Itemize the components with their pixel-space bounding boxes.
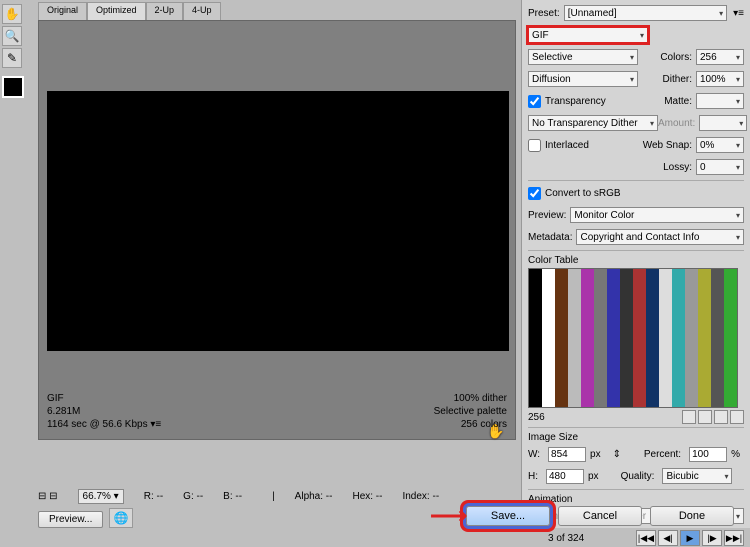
panel-menu-icon[interactable]: ▾≡ <box>733 8 744 19</box>
color-swatch[interactable] <box>2 76 24 98</box>
tab-optimized[interactable]: Optimized <box>87 2 146 20</box>
left-toolbar: ✋ 🔍 ✎ <box>2 4 26 98</box>
view-tabs: Original Optimized 2-Up 4-Up <box>38 2 221 20</box>
zoom-tool-icon[interactable]: 🔍 <box>2 26 22 46</box>
dialog-footer: Save... Cancel Done <box>466 506 734 526</box>
annotation-arrow-icon: ⟶ <box>430 500 467 531</box>
readout-b: B: -- <box>223 491 242 502</box>
ct-lock-icon[interactable] <box>682 410 696 424</box>
amount-select <box>699 115 747 131</box>
browser-preview-icon[interactable]: 🌐 <box>109 508 133 528</box>
quality-select[interactable]: Bicubic <box>662 468 732 484</box>
lossy-select[interactable]: 0 <box>696 159 744 175</box>
height-input[interactable] <box>546 469 584 484</box>
frame-counter: 3 of 324 <box>548 533 584 544</box>
canvas-area[interactable]: ✋ GIF 6.281M 1164 sec @ 56.6 Kbps ▾≡ 100… <box>38 20 516 440</box>
first-frame-icon[interactable]: |◀◀ <box>636 530 656 546</box>
done-button[interactable]: Done <box>650 506 734 526</box>
colors-select[interactable]: 256 <box>696 49 744 65</box>
matte-label: Matte: <box>664 96 692 107</box>
save-button[interactable]: Save... <box>466 506 550 526</box>
color-table-toolbar <box>682 410 744 424</box>
status-nav-icon[interactable]: ⊟ ⊟ <box>38 491 58 502</box>
readout-hex: Hex: -- <box>352 491 382 502</box>
color-table[interactable] <box>528 268 738 408</box>
hand-tool-icon[interactable]: ✋ <box>2 4 22 24</box>
dither-value-select[interactable]: 100% <box>696 71 744 87</box>
reduction-select[interactable]: Selective <box>528 49 638 65</box>
preview-row: Preview... 🌐 <box>38 508 133 530</box>
play-icon[interactable]: ▶ <box>680 530 700 546</box>
matte-select[interactable] <box>696 93 744 109</box>
color-table-header: Color Table <box>528 255 744 266</box>
settings-panel: Preset: [Unnamed] ▾≡ GIF ⟵ Selective Col… <box>521 0 750 528</box>
height-label: H: <box>528 471 538 482</box>
readout-g: G: -- <box>183 491 203 502</box>
preview-info: GIF 6.281M 1164 sec @ 56.6 Kbps ▾≡ 100% … <box>47 392 507 431</box>
preview-button[interactable]: Preview... <box>38 511 103 528</box>
info-colors: 256 colors <box>434 418 507 431</box>
tab-4up[interactable]: 4-Up <box>183 2 221 20</box>
info-palette: Selective palette <box>434 405 507 418</box>
tab-original[interactable]: Original <box>38 2 87 20</box>
websnap-select[interactable]: 0% <box>696 137 744 153</box>
main-area: ✋ 🔍 ✎ Original Optimized 2-Up 4-Up ✋ GIF… <box>0 0 519 528</box>
preview-profile-select[interactable]: Monitor Color <box>570 207 744 223</box>
quality-label: Quality: <box>621 471 655 482</box>
colors-label: Colors: <box>660 52 692 63</box>
link-icon[interactable]: ⇕ <box>613 449 621 460</box>
zoom-select[interactable]: 66.7% ▾ <box>78 489 124 504</box>
info-format: GIF <box>47 392 161 405</box>
preset-select[interactable]: [Unnamed] <box>564 5 727 21</box>
info-dither: 100% dither <box>434 392 507 405</box>
readout-alpha: Alpha: -- <box>295 491 333 502</box>
last-frame-icon[interactable]: ▶▶| <box>724 530 744 546</box>
animation-controls: |◀◀ ◀| ▶ |▶ ▶▶| <box>636 530 744 546</box>
image-size-header: Image Size <box>528 432 744 443</box>
websnap-label: Web Snap: <box>643 140 692 151</box>
width-input[interactable] <box>548 447 586 462</box>
preview-image <box>47 91 509 351</box>
format-select[interactable]: GIF <box>528 27 648 43</box>
interlaced-label: Interlaced <box>545 140 589 151</box>
metadata-label: Metadata: <box>528 232 572 243</box>
preview-profile-label: Preview: <box>528 210 566 221</box>
info-size: 6.281M <box>47 405 161 418</box>
animation-header: Animation <box>528 494 744 505</box>
ct-new-icon[interactable] <box>714 410 728 424</box>
preset-label: Preset: <box>528 8 560 19</box>
eyedropper-tool-icon[interactable]: ✎ <box>2 48 22 68</box>
percent-label: Percent: <box>644 449 681 460</box>
width-label: W: <box>528 449 540 460</box>
dither-label: Dither: <box>663 74 692 85</box>
amount-label: Amount: <box>658 118 695 129</box>
metadata-select[interactable]: Copyright and Contact Info <box>576 229 744 245</box>
transparency-dither-select[interactable]: No Transparency Dither <box>528 115 658 131</box>
srgb-label: Convert to sRGB <box>545 188 621 199</box>
interlaced-checkbox[interactable] <box>528 139 541 152</box>
ct-map-icon[interactable] <box>698 410 712 424</box>
srgb-checkbox[interactable] <box>528 187 541 200</box>
transparency-label: Transparency <box>545 96 606 107</box>
info-time: 1164 sec @ 56.6 Kbps ▾≡ <box>47 418 161 431</box>
transparency-checkbox[interactable] <box>528 95 541 108</box>
percent-input[interactable] <box>689 447 727 462</box>
prev-frame-icon[interactable]: ◀| <box>658 530 678 546</box>
next-frame-icon[interactable]: |▶ <box>702 530 722 546</box>
ct-trash-icon[interactable] <box>730 410 744 424</box>
tab-2up[interactable]: 2-Up <box>146 2 184 20</box>
readout-r: R: -- <box>144 491 163 502</box>
lossy-label: Lossy: <box>663 162 692 173</box>
cancel-button[interactable]: Cancel <box>558 506 642 526</box>
dither-method-select[interactable]: Diffusion <box>528 71 638 87</box>
color-table-count: 256 <box>528 412 545 423</box>
